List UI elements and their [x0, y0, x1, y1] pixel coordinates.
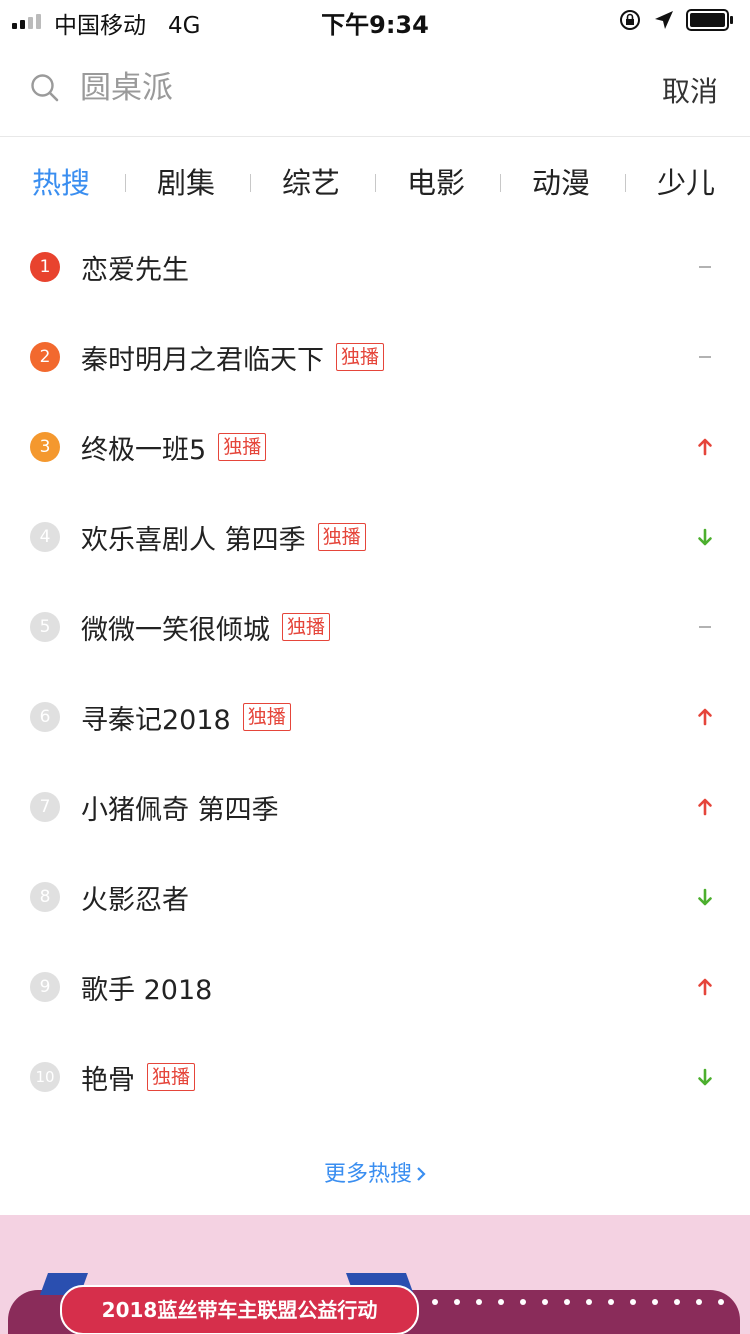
hot-search-row[interactable]: 9 歌手 2018 [0, 942, 750, 1032]
tab-series[interactable]: 剧集 [157, 160, 215, 202]
show-title: 终极一班5 [81, 434, 207, 466]
hot-search-row[interactable]: 6 寻秦记2018 独播 [0, 672, 750, 762]
exclusive-tag: 独播 [282, 613, 331, 641]
show-title: 火影忍者 [81, 884, 189, 916]
hot-search-row[interactable]: 2 秦时明月之君临天下 独播 [0, 312, 750, 402]
hot-search-row[interactable]: 8 火影忍者 [0, 852, 750, 942]
trend-up-arrow-icon [698, 708, 712, 726]
cancel-button[interactable]: 取消 [662, 70, 718, 110]
rank-badge: 8 [30, 882, 60, 912]
search-icon [31, 74, 59, 102]
rank-badge: 7 [30, 792, 60, 822]
show-title: 恋爱先生 [81, 254, 189, 286]
rank-badge: 1 [30, 252, 60, 282]
row-title-group: 欢乐喜剧人 第四季 独播 [81, 514, 366, 560]
banner-title: 2018蓝丝带车主联盟公益行动 [60, 1285, 419, 1334]
rank-badge: 5 [30, 612, 60, 642]
trend-flat-icon [699, 626, 711, 628]
category-tabs: 热搜 剧集 综艺 电影 动漫 少儿 [0, 160, 750, 206]
search-input[interactable] [80, 66, 580, 110]
row-title-group: 艳骨 独播 [81, 1054, 196, 1100]
row-title-group: 小猪佩奇 第四季 [81, 784, 279, 830]
row-title-group: 火影忍者 [81, 874, 189, 920]
row-title-group: 秦时明月之君临天下 独播 [81, 334, 385, 380]
hot-search-row[interactable]: 1 恋爱先生 [0, 222, 750, 312]
tab-divider [250, 174, 251, 192]
rank-badge: 9 [30, 972, 60, 1002]
tab-divider [375, 174, 376, 192]
row-title-group: 恋爱先生 [81, 244, 189, 290]
hot-search-row[interactable]: 4 欢乐喜剧人 第四季 独播 [0, 492, 750, 582]
hot-search-row[interactable]: 7 小猪佩奇 第四季 [0, 762, 750, 852]
exclusive-tag: 独播 [336, 343, 385, 371]
hot-search-row[interactable]: 3 终极一班5 独播 [0, 402, 750, 492]
show-title: 小猪佩奇 第四季 [81, 794, 279, 826]
show-title: 寻秦记2018 [81, 704, 231, 736]
trend-down-arrow-icon [698, 1068, 712, 1086]
row-title-group: 终极一班5 独播 [81, 424, 267, 470]
exclusive-tag: 独播 [218, 433, 267, 461]
more-hot-search-label: 更多热搜 [323, 1162, 412, 1187]
trend-up-arrow-icon [698, 438, 712, 456]
show-title: 微微一笑很倾城 [81, 614, 270, 646]
tab-divider [125, 174, 126, 192]
promo-banner[interactable]: 2018蓝丝带车主联盟公益行动 [0, 1215, 750, 1334]
rank-badge: 6 [30, 702, 60, 732]
rank-badge: 4 [30, 522, 60, 552]
tab-divider [500, 174, 501, 192]
exclusive-tag: 独播 [147, 1063, 196, 1091]
show-title: 欢乐喜剧人 第四季 [81, 524, 306, 556]
tab-movie[interactable]: 电影 [407, 160, 465, 202]
show-title: 秦时明月之君临天下 [81, 344, 324, 376]
status-bar: 中国移动 4G 下午9:34 [0, 0, 750, 40]
rank-badge: 10 [30, 1062, 60, 1092]
rank-badge: 2 [30, 342, 60, 372]
tab-kids[interactable]: 少儿 [657, 160, 715, 202]
row-title-group: 歌手 2018 [81, 964, 212, 1010]
row-title-group: 微微一笑很倾城 独播 [81, 604, 331, 650]
tab-hot-search[interactable]: 热搜 [32, 160, 90, 202]
row-title-group: 寻秦记2018 独播 [81, 694, 291, 740]
tab-variety[interactable]: 综艺 [282, 160, 340, 202]
hot-search-row[interactable]: 5 微微一笑很倾城 独播 [0, 582, 750, 672]
exclusive-tag: 独播 [317, 523, 366, 551]
battery-icon [686, 9, 733, 31]
trend-flat-icon [699, 356, 711, 358]
tab-anime[interactable]: 动漫 [532, 160, 590, 202]
more-hot-search-link[interactable]: 更多热搜 [0, 1156, 750, 1188]
tab-divider [625, 174, 626, 192]
hot-search-row[interactable]: 10 艳骨 独播 [0, 1032, 750, 1122]
show-title: 歌手 2018 [81, 974, 213, 1006]
trend-up-arrow-icon [698, 978, 712, 996]
show-title: 艳骨 [81, 1064, 135, 1096]
location-icon [655, 11, 673, 29]
light-dots-decoration [432, 1299, 724, 1305]
search-bar: 取消 [0, 40, 750, 137]
exclusive-tag: 独播 [242, 703, 291, 731]
trend-flat-icon [699, 266, 711, 268]
orientation-lock-icon [620, 10, 640, 30]
chevron-right-icon [417, 1167, 426, 1181]
trend-up-arrow-icon [698, 798, 712, 816]
trend-down-arrow-icon [698, 888, 712, 906]
trend-down-arrow-icon [698, 528, 712, 546]
rank-badge: 3 [30, 432, 60, 462]
